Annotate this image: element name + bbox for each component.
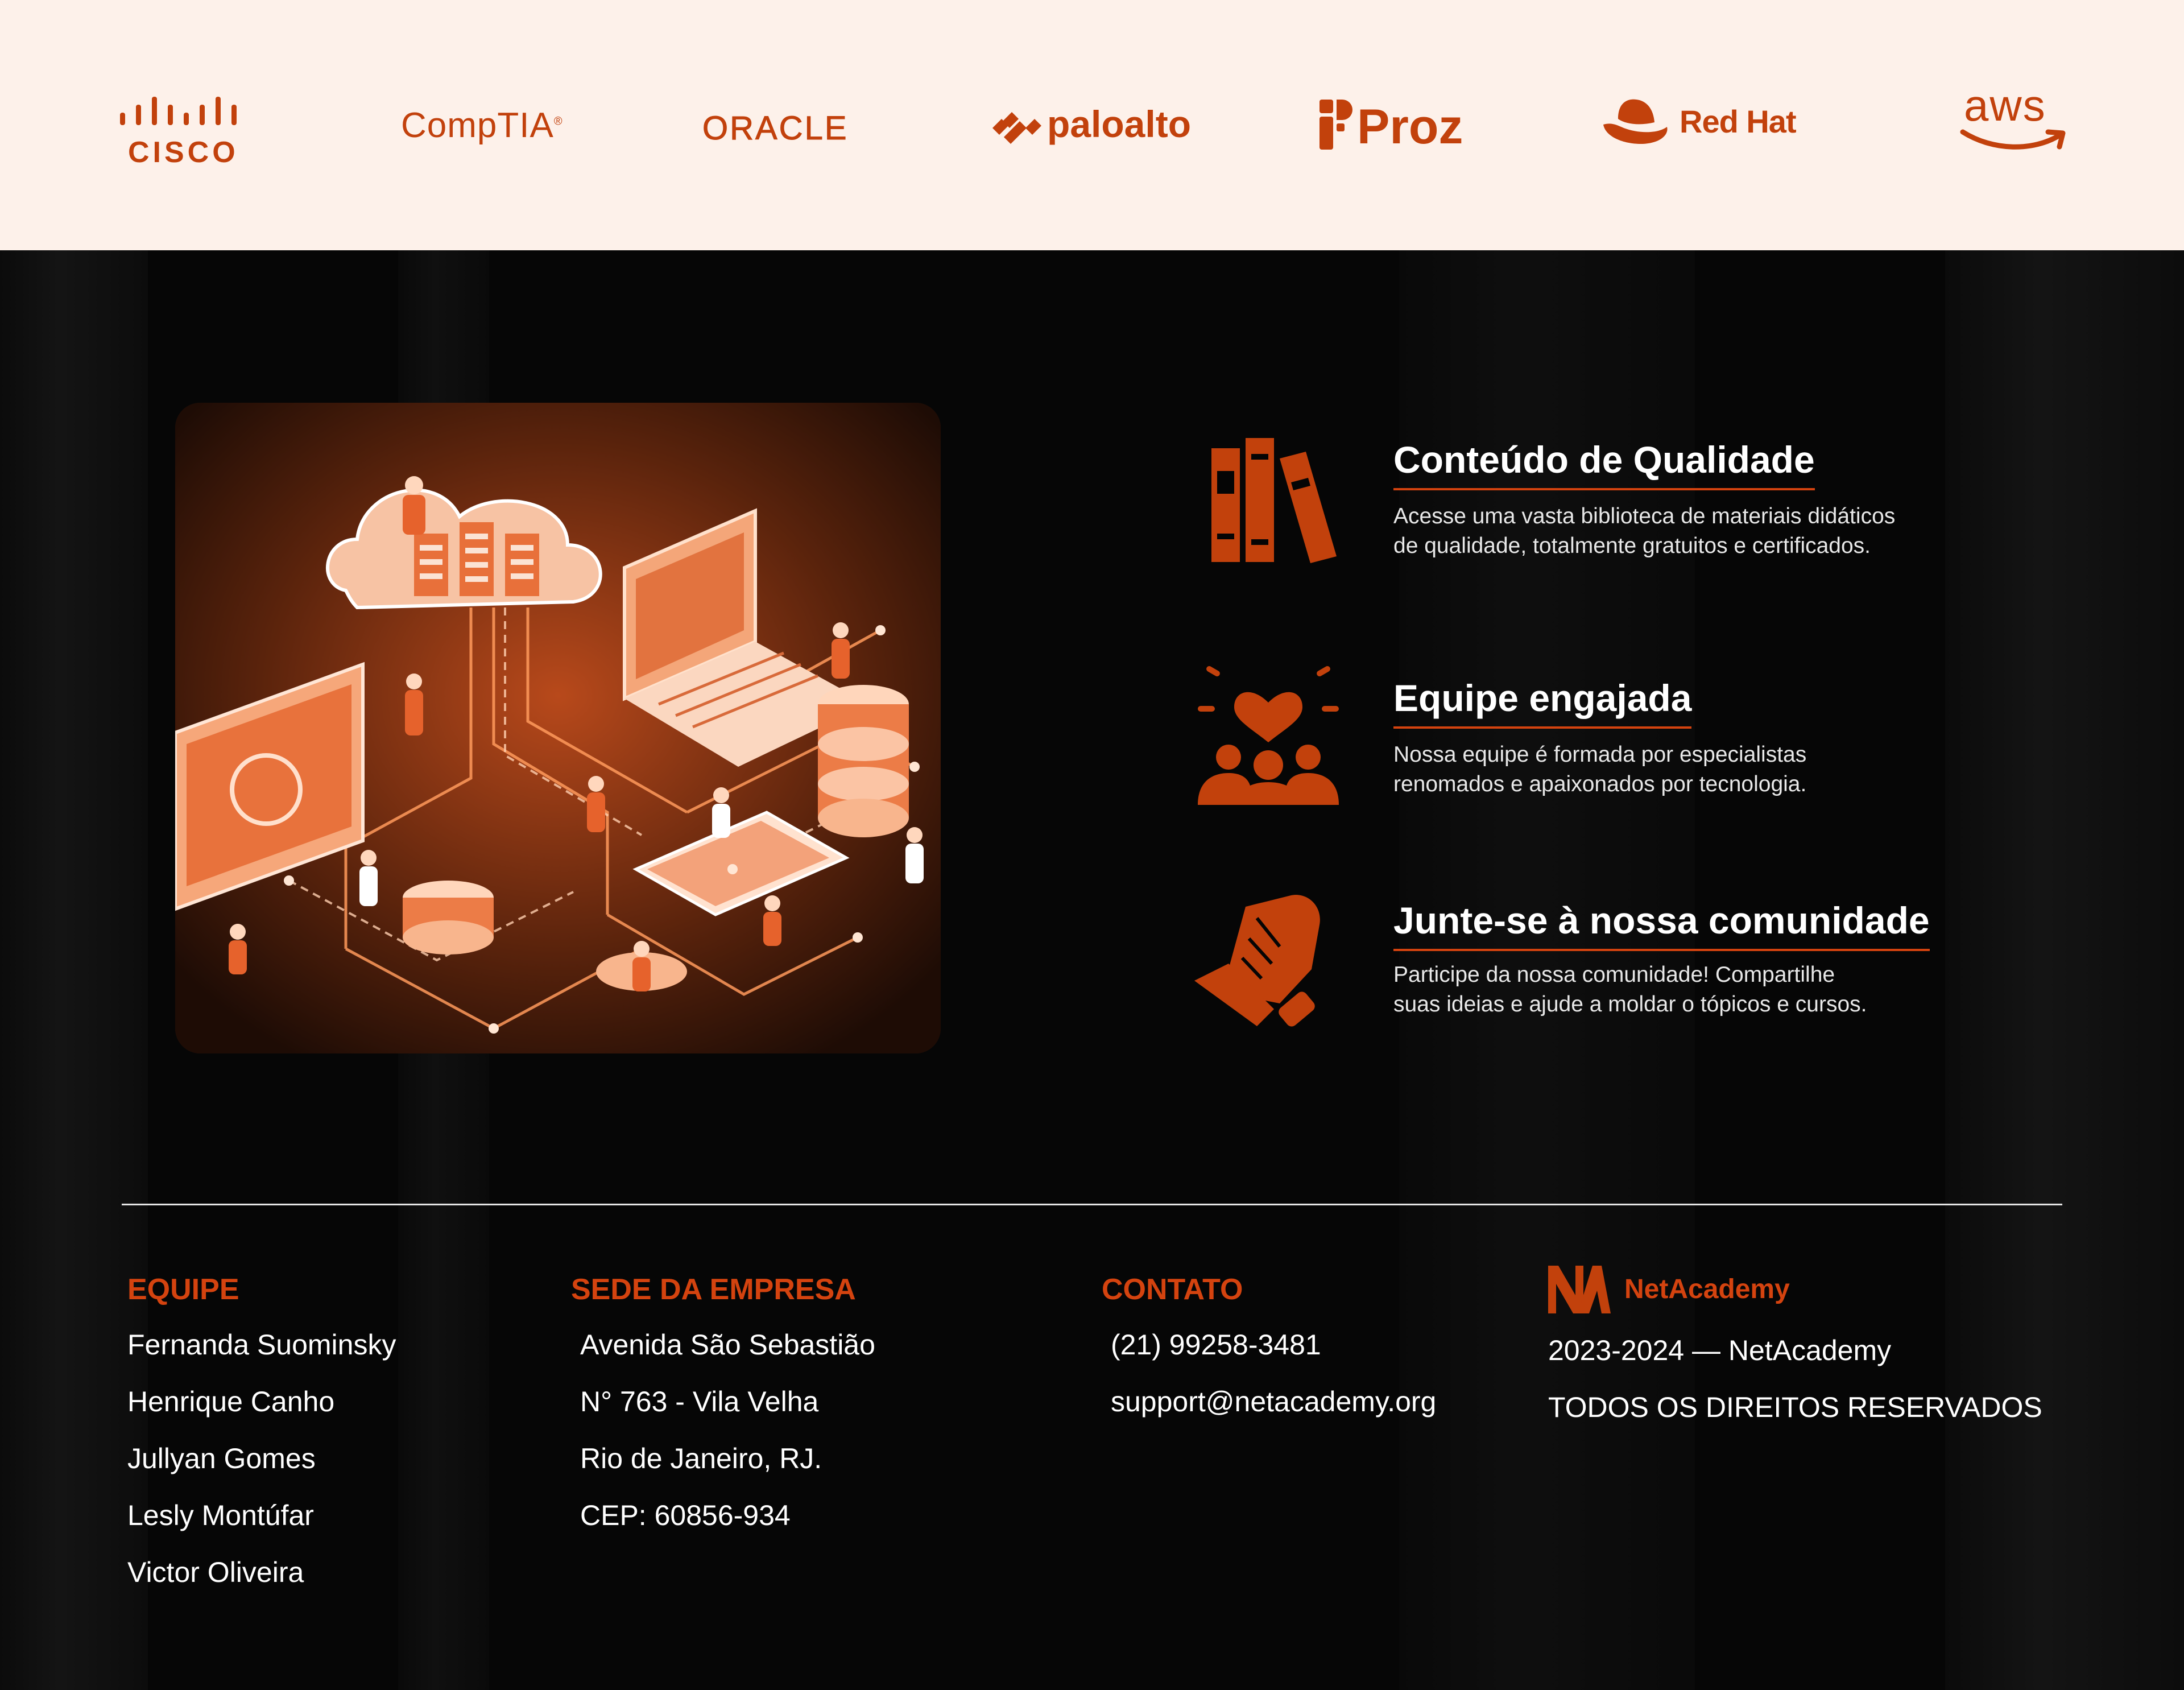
brand-name: NetAcademy	[1624, 1274, 1790, 1304]
registered-mark-icon: ®	[553, 115, 563, 128]
feature-description-line: Participe da nossa comunidade! Compartil…	[1393, 962, 1835, 987]
proz-logo[interactable]: Proz	[1320, 100, 1490, 156]
hq-address-line: Avenida São Sebastião	[580, 1329, 875, 1361]
hq-address-line: Rio de Janeiro, RJ.	[580, 1443, 822, 1474]
paloalto-logo[interactable]: paloalto	[992, 102, 1209, 154]
hq-heading: SEDE DA EMPRESA	[571, 1273, 856, 1306]
team-member: Victor Oliveira	[127, 1556, 304, 1588]
feature-title: Equipe engajada	[1393, 676, 1692, 729]
paloalto-wordmark: paloalto	[1047, 103, 1192, 145]
hq-address-line: N° 763 - Vila Velha	[580, 1386, 819, 1418]
aws-logo[interactable]: aws	[1959, 80, 2067, 154]
paloalto-mark-icon	[992, 112, 1041, 144]
contact-email-link[interactable]: support@netacademy.org	[1111, 1385, 1436, 1418]
cloud-network-illustration	[175, 403, 941, 1053]
team-heart-icon	[1198, 666, 1339, 805]
feature-quality-content: Conteúdo de Qualidade Acesse uma vasta b…	[1194, 438, 2161, 597]
netacademy-logo-icon	[1548, 1266, 1611, 1313]
contact-phone-link[interactable]: (21) 99258-3481	[1111, 1328, 1321, 1361]
server-rack-background	[0, 250, 148, 1690]
books-icon	[1211, 438, 1337, 563]
feature-title: Junte-se à nossa comunidade	[1393, 899, 1930, 951]
feature-description-line: renomados e apaixonados por tecnologia.	[1393, 772, 1807, 796]
cisco-bars-icon	[120, 97, 237, 125]
team-heading: EQUIPE	[127, 1273, 239, 1306]
cisco-logo[interactable]: CISCO	[117, 97, 247, 171]
feature-description-line: Nossa equipe é formada por especialistas	[1393, 742, 1807, 767]
proz-wordmark: Proz	[1357, 100, 1463, 154]
netacademy-brand[interactable]: NetAcademy	[1548, 1266, 1889, 1317]
feature-engaged-team: Equipe engajada Nossa equipe é formada p…	[1194, 657, 2161, 816]
team-member: Jullyan Gomes	[127, 1443, 316, 1474]
hq-address-line: CEP: 60856-934	[580, 1499, 791, 1531]
rights-reserved: TODOS OS DIREITOS RESERVADOS	[1548, 1391, 2042, 1423]
redhat-logo[interactable]: Red Hat	[1601, 94, 1817, 151]
team-member: Fernanda Suominsky	[127, 1329, 396, 1361]
feature-community: Junte-se à nossa comunidade Participe da…	[1194, 887, 2161, 1047]
feature-description: Acesse uma vasta biblioteca de materiais…	[1393, 502, 2076, 561]
oracle-logo[interactable]: ORACLE	[702, 109, 849, 147]
partner-logo-bar: CISCO CompTIA® ORACLE paloalto Proz Red …	[0, 0, 2184, 250]
cisco-wordmark: CISCO	[128, 136, 239, 169]
red-hat-icon	[1603, 99, 1668, 144]
aws-wordmark: aws	[1964, 80, 2046, 130]
proz-mark-icon	[1320, 100, 1352, 150]
contact-heading: CONTATO	[1102, 1273, 1243, 1306]
feature-title: Conteúdo de Qualidade	[1393, 438, 1815, 490]
team-member: Henrique Canho	[127, 1386, 335, 1418]
illustration-graphic	[175, 403, 941, 1053]
feature-description-line: Acesse uma vasta biblioteca de materiais…	[1393, 504, 1896, 528]
fist-icon	[1194, 895, 1320, 1027]
feature-description: Participe da nossa comunidade! Compartil…	[1393, 960, 2076, 1019]
copyright-years: 2023-2024 — NetAcademy	[1548, 1334, 1892, 1366]
comptia-logo[interactable]: CompTIA®	[401, 105, 563, 146]
footer-divider	[122, 1204, 2062, 1205]
feature-description-line: suas ideias e ajude a moldar o tópicos e…	[1393, 992, 1867, 1017]
oracle-wordmark: ORACLE	[702, 110, 849, 147]
feature-description-line: de qualidade, totalmente gratuitos e cer…	[1393, 534, 1871, 558]
team-member: Lesly Montúfar	[127, 1499, 314, 1531]
comptia-wordmark: CompTIA	[401, 106, 554, 145]
redhat-wordmark: Red Hat	[1680, 104, 1797, 139]
aws-smile-arrow-icon	[1960, 129, 2066, 150]
feature-description: Nossa equipe é formada por especialistas…	[1393, 740, 2076, 799]
